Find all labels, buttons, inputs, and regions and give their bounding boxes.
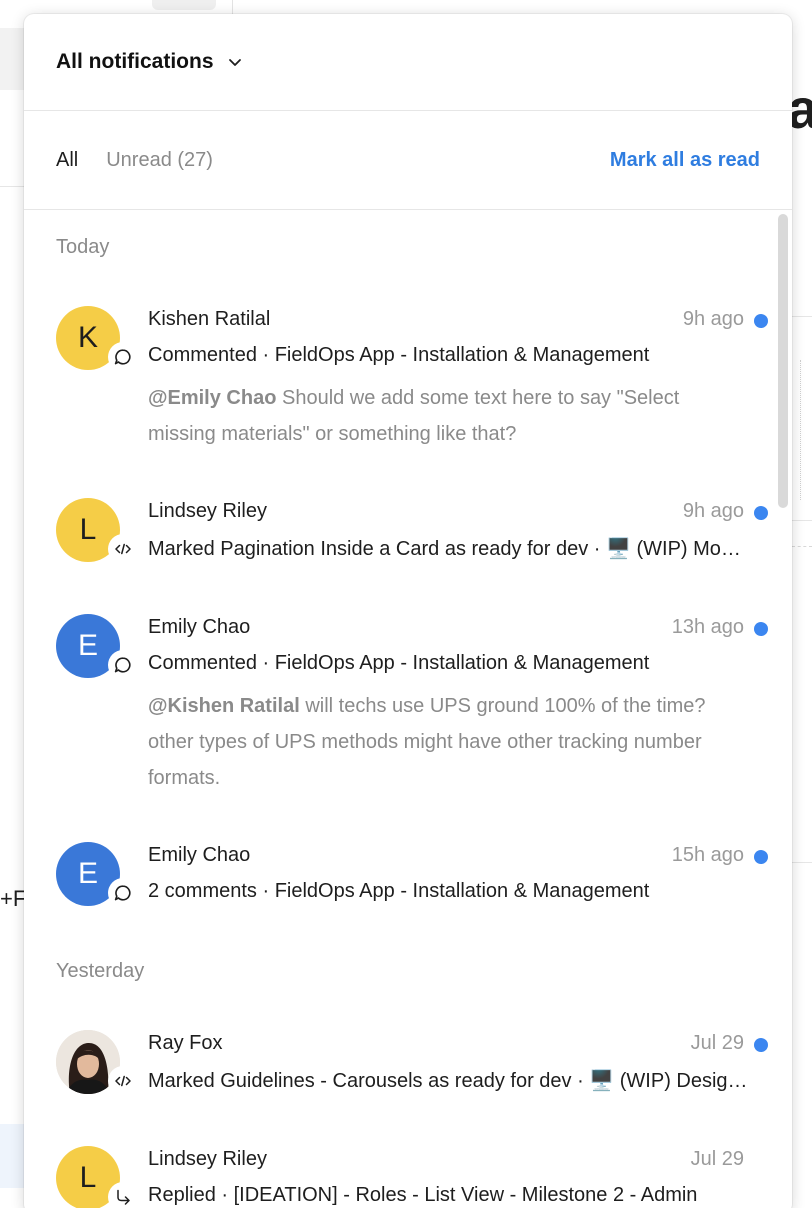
section-label-yesterday: Yesterday <box>56 960 145 982</box>
timestamp: 9h ago <box>682 500 744 522</box>
mark-all-read-button[interactable]: Mark all as read <box>610 149 760 172</box>
unread-indicator <box>754 314 768 328</box>
notification-item[interactable]: E Emily Chao 13h ago Commented · FieldOp… <box>24 614 792 804</box>
sender-name: Emily Chao <box>148 616 251 638</box>
background-divider <box>792 316 812 317</box>
notification-item[interactable]: K Kishen Ratilal 9h ago Commented · Fiel… <box>24 306 792 456</box>
timestamp: Jul 29 <box>690 1148 744 1170</box>
notifications-panel: All notifications All Unread (27) Mark a… <box>24 14 792 1208</box>
sender-name: Kishen Ratilal <box>148 308 271 330</box>
sender-name: Lindsey Riley <box>148 1148 267 1170</box>
notification-filter-dropdown[interactable]: All notifications <box>56 50 244 74</box>
notification-action: Marked Guidelines - Carousels as ready f… <box>148 1070 748 1092</box>
header-title: All notifications <box>56 50 214 73</box>
unread-indicator <box>754 1038 768 1052</box>
notification-action: 2 comments · FieldOps App - Installation… <box>148 880 650 902</box>
background-divider <box>792 520 812 521</box>
sender-name: Ray Fox <box>148 1032 223 1054</box>
notification-tabs: All Unread (27) Mark all as read <box>24 111 792 210</box>
comment-preview: @Emily Chao Should we add some text here… <box>148 380 748 452</box>
comment-icon <box>108 342 138 372</box>
timestamp: 9h ago <box>682 308 744 330</box>
notification-item[interactable]: L Lindsey Riley Jul 29 Replied · [IDEATI… <box>24 1146 792 1208</box>
notification-item[interactable]: L Lindsey Riley 9h ago Marked Pagination… <box>24 498 792 568</box>
reply-icon <box>108 1182 138 1208</box>
code-icon <box>108 534 138 564</box>
unread-indicator <box>754 622 768 636</box>
unread-indicator <box>754 850 768 864</box>
tab-all[interactable]: All <box>56 149 78 172</box>
section-label-today: Today <box>56 236 110 258</box>
timestamp: 15h ago <box>671 844 744 866</box>
notification-list[interactable]: Today K Kishen Ratilal 9h ago Commented … <box>24 210 792 1208</box>
mention: @Emily Chao <box>148 387 277 409</box>
comment-icon <box>108 878 138 908</box>
background-divider <box>792 546 812 547</box>
notification-item[interactable]: Ray Fox Jul 29 Marked Guidelines - Carou… <box>24 1030 792 1100</box>
comment-preview: @Kishen Ratilal will techs use UPS groun… <box>148 688 748 796</box>
background-tab <box>152 0 216 10</box>
unread-indicator <box>754 506 768 520</box>
chevron-down-icon <box>228 59 241 66</box>
comment-icon <box>108 650 138 680</box>
notification-action: Commented · FieldOps App - Installation … <box>148 652 650 674</box>
timestamp: Jul 29 <box>690 1032 744 1054</box>
background-divider <box>792 862 812 863</box>
notification-action: Marked Pagination Inside a Card as ready… <box>148 538 748 560</box>
timestamp: 13h ago <box>671 616 744 638</box>
tab-unread[interactable]: Unread (27) <box>106 149 213 172</box>
sender-name: Lindsey Riley <box>148 500 267 522</box>
background-grid-dots <box>800 360 801 500</box>
notification-item[interactable]: E Emily Chao 15h ago 2 comments · FieldO… <box>24 842 792 912</box>
notification-action: Commented · FieldOps App - Installation … <box>148 344 650 366</box>
background-text: +F <box>0 886 27 911</box>
notifications-header: All notifications <box>24 14 792 111</box>
sender-name: Emily Chao <box>148 844 251 866</box>
mention: @Kishen Ratilal <box>148 695 300 717</box>
code-icon <box>108 1066 138 1096</box>
notification-action: Replied · [IDEATION] - Roles - List View… <box>148 1184 698 1206</box>
